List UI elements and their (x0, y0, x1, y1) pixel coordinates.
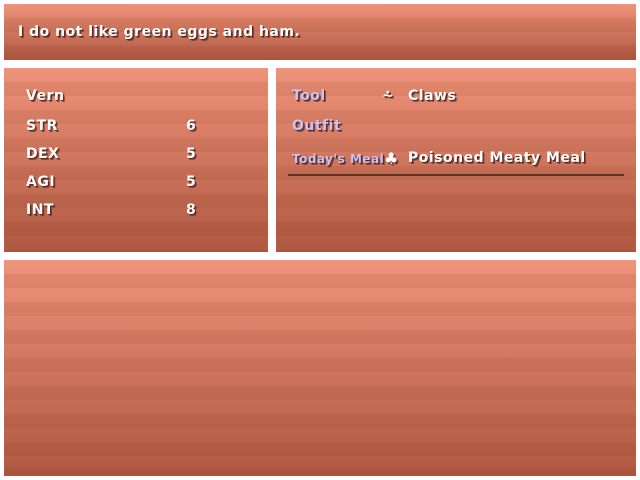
stat-str-value: 6 (186, 118, 197, 134)
tool-slot-label[interactable]: Tool (292, 88, 326, 104)
stat-agi-label: AGI (26, 174, 56, 190)
stat-agi-value: 5 (186, 174, 197, 190)
message-text: I do not like green eggs and ham. (18, 24, 301, 40)
meal-slot-value[interactable]: Poisoned Meaty Meal (408, 150, 586, 166)
selection-underline (288, 174, 624, 176)
description-window (4, 260, 636, 476)
meat-icon: ♣ (384, 149, 399, 168)
character-stats-window: Vern STR 6 DEX 5 AGI 5 INT 8 (4, 68, 268, 252)
stat-int-value: 8 (186, 202, 197, 218)
stat-dex-value: 5 (186, 146, 197, 162)
claw-icon: ⩪ (382, 88, 395, 104)
meal-slot-label[interactable]: Today's Meal (292, 152, 384, 166)
tool-slot-value[interactable]: Claws (408, 88, 456, 104)
stat-dex-label: DEX (26, 146, 60, 162)
stat-str-label: STR (26, 118, 58, 134)
message-window: I do not like green eggs and ham. (4, 4, 636, 60)
character-name[interactable]: Vern (26, 88, 64, 104)
outfit-slot-label[interactable]: Outfit (292, 118, 341, 134)
stat-int-label: INT (26, 202, 54, 218)
equipment-window: Tool ⩪ Claws Outfit Today's Meal ♣ Poiso… (276, 68, 636, 252)
